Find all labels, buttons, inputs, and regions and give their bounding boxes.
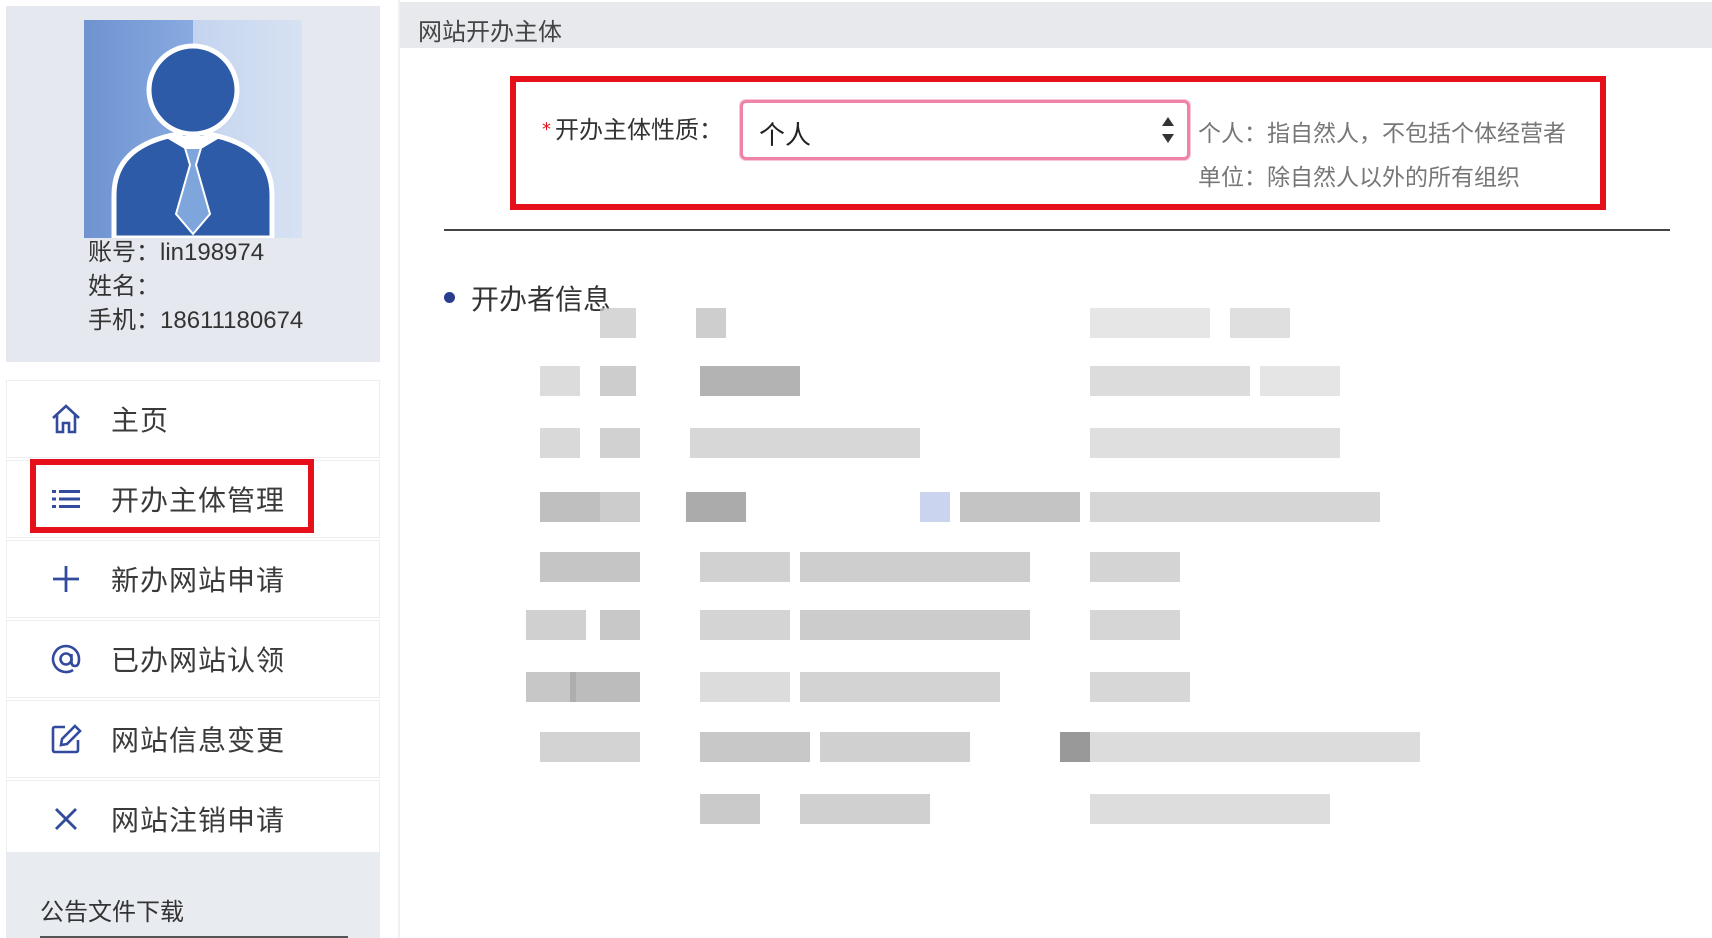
redacted-block — [1090, 794, 1330, 824]
redacted-block — [1090, 308, 1210, 338]
nav-item-label: 网站注销申请 — [111, 804, 286, 837]
redacted-block — [700, 366, 800, 396]
nav-item-site-cancel[interactable]: 网站注销申请 — [6, 780, 380, 858]
notice-download-link[interactable]: 公告文件下载 — [40, 892, 184, 927]
main-panel: 网站开办主体 * 开办主体性质： 个人 个人：指自然人，不包括个体经营者 单位：除… — [400, 0, 1712, 938]
redacted-block — [1260, 366, 1340, 396]
hint-personal: 个人：指自然人，不包括个体经营者 — [1198, 121, 1566, 147]
nav-item-label: 已办网站认领 — [111, 644, 286, 677]
redacted-block — [1090, 732, 1420, 762]
home-icon — [47, 400, 85, 438]
name-label: 姓名： — [88, 273, 160, 300]
account-line: 账号：lin198974 — [88, 232, 264, 267]
selected-value: 个人 — [759, 121, 812, 151]
nav-item-label: 新办网站申请 — [111, 564, 286, 597]
redacted-block — [1090, 428, 1340, 458]
user-avatar-icon — [111, 43, 275, 238]
account-label: 账号： — [88, 239, 160, 266]
close-icon — [47, 800, 85, 838]
redacted-block — [1090, 672, 1190, 702]
phone-label: 手机： — [88, 307, 160, 334]
required-mark: * — [542, 119, 551, 140]
redacted-block — [1060, 732, 1090, 762]
redacted-block — [920, 492, 950, 522]
nav-item-label: 主页 — [111, 404, 170, 437]
sidebar: 账号：lin198974 姓名： 手机：18611180674 主页 开办主体管… — [0, 0, 386, 938]
hint-organization: 单位：除自然人以外的所有组织 — [1198, 165, 1520, 191]
redacted-block — [820, 732, 970, 762]
phone-line: 手机：18611180674 — [88, 300, 303, 335]
redacted-block — [600, 366, 636, 396]
section-title: 开办者信息 — [444, 278, 611, 318]
bullet-icon — [444, 292, 455, 303]
redacted-block — [540, 552, 640, 582]
entity-type-select[interactable]: 个人 — [740, 100, 1190, 160]
redacted-block — [1090, 552, 1180, 582]
nav-item-label: 开办主体管理 — [111, 484, 286, 517]
redacted-block — [1090, 366, 1250, 396]
redacted-block — [526, 672, 576, 702]
redacted-block — [540, 366, 580, 396]
list-icon — [47, 480, 85, 518]
panel-header: 网站开办主体 — [400, 2, 1712, 48]
notice-section: 公告文件下载 — [6, 852, 380, 938]
avatar — [84, 20, 302, 238]
redacted-block — [570, 672, 640, 702]
redacted-block — [600, 492, 640, 522]
sidebar-nav: 主页 开办主体管理 新办网站申请 已办网站认领 网站信息变更 网站注销申请 — [6, 380, 380, 860]
select-arrows-icon — [1161, 113, 1175, 147]
nav-item-site-change[interactable]: 网站信息变更 — [6, 700, 380, 778]
redacted-block — [700, 794, 760, 824]
nav-item-new-site[interactable]: 新办网站申请 — [6, 540, 380, 618]
entity-type-label-text: 开办主体性质： — [555, 116, 723, 144]
redacted-block — [800, 610, 1030, 640]
nav-item-entity-management[interactable]: 开办主体管理 — [6, 460, 380, 538]
profile-card: 账号：lin198974 姓名： 手机：18611180674 — [6, 6, 380, 362]
redacted-block — [540, 732, 640, 762]
redacted-block — [1230, 308, 1290, 338]
edit-icon — [47, 720, 85, 758]
redacted-block — [600, 308, 636, 338]
redacted-block — [540, 428, 580, 458]
redacted-block — [600, 428, 640, 458]
page-title: 网站开办主体 — [418, 18, 562, 46]
account-value: lin198974 — [160, 239, 265, 266]
redacted-block — [700, 610, 790, 640]
redacted-block — [686, 492, 746, 522]
nav-item-label: 网站信息变更 — [111, 724, 286, 757]
redacted-block — [1090, 610, 1180, 640]
redacted-block — [700, 552, 790, 582]
redacted-block — [600, 610, 640, 640]
at-icon — [47, 640, 85, 678]
redacted-block — [960, 492, 1080, 522]
section-title-text: 开办者信息 — [471, 283, 612, 316]
redacted-block — [800, 672, 1000, 702]
section-divider — [444, 229, 1670, 231]
redacted-block — [700, 732, 810, 762]
redacted-block — [800, 552, 1030, 582]
redacted-block — [1090, 492, 1380, 522]
nav-item-home[interactable]: 主页 — [6, 380, 380, 458]
redacted-block — [690, 428, 920, 458]
redacted-block — [700, 672, 790, 702]
redacted-block — [526, 610, 586, 640]
redacted-block — [540, 492, 600, 522]
nav-item-claim-site[interactable]: 已办网站认领 — [6, 620, 380, 698]
name-line: 姓名： — [88, 266, 160, 301]
redacted-block — [696, 308, 726, 338]
plus-icon — [47, 560, 85, 598]
entity-type-label: * 开办主体性质： — [542, 110, 723, 145]
phone-value: 18611180674 — [160, 307, 304, 334]
redacted-block — [800, 794, 930, 824]
